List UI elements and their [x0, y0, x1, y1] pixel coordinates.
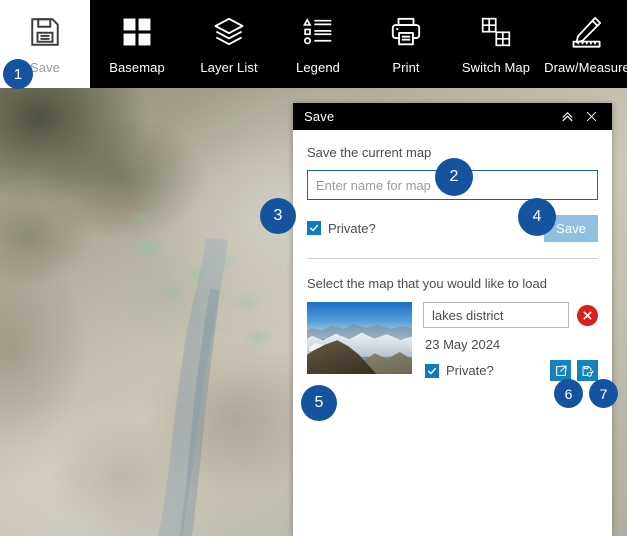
panel-header: Save	[293, 103, 612, 130]
chevron-double-up-icon[interactable]	[555, 106, 579, 128]
step-badge-5: 5	[301, 385, 337, 421]
private-label: Private?	[328, 220, 376, 236]
private-label: Private?	[446, 363, 494, 378]
saved-map-date: 23 May 2024	[425, 337, 501, 352]
step-badge-4: 4	[518, 198, 556, 236]
share-export-icon[interactable]	[550, 360, 571, 381]
toolbar-item-switch-map[interactable]: Switch Map	[450, 0, 542, 88]
map-thumbnail[interactable]	[307, 302, 412, 374]
pencil-ruler-icon	[567, 12, 607, 52]
toolbar-item-label: Print	[392, 60, 420, 75]
toolbar-item-label: Switch Map	[461, 60, 531, 75]
toolbar-item-label: Legend	[296, 60, 340, 75]
top-toolbar: Save Basemap Layer List Legend Print Swi…	[0, 0, 627, 88]
stacked-layers-icon	[209, 12, 249, 52]
legend-list-icon	[298, 12, 338, 52]
toolbar-item-label: Draw/Measure	[544, 60, 627, 75]
toolbar-item-draw-measure[interactable]: Draw/Measure	[542, 0, 627, 88]
toolbar-item-label: Layer List	[200, 60, 258, 75]
panel-divider	[307, 258, 598, 259]
saved-map-item[interactable]: 23 May 2024 Private?	[307, 302, 598, 381]
toolbar-item-legend[interactable]: Legend	[274, 0, 362, 88]
checkmark-icon	[307, 221, 321, 235]
step-badge-2: 2	[435, 158, 473, 196]
panel-title: Save	[304, 109, 335, 124]
saved-map-name-row	[423, 302, 598, 328]
step-badge-1: 1	[3, 59, 33, 89]
saved-map-name-input[interactable]	[423, 302, 569, 328]
toolbar-item-layer-list[interactable]: Layer List	[184, 0, 274, 88]
delete-circle-x-icon[interactable]	[577, 304, 598, 326]
saved-map-actions-row: Private?	[423, 360, 598, 381]
printer-icon	[386, 12, 426, 52]
grid-squares-icon	[117, 12, 157, 52]
saved-map-action-buttons	[550, 360, 598, 381]
switch-map-icon	[476, 12, 516, 52]
close-x-icon[interactable]	[579, 106, 603, 128]
toolbar-item-basemap[interactable]: Basemap	[90, 0, 184, 88]
floppy-disk-icon	[25, 12, 65, 52]
toolbar-item-label: Basemap	[109, 60, 165, 75]
step-badge-7: 7	[589, 379, 618, 408]
private-checkbox-saved-map[interactable]: Private?	[425, 363, 494, 378]
toolbar-item-print[interactable]: Print	[362, 0, 450, 88]
toolbar-item-label: Save	[29, 60, 61, 75]
private-checkbox-save[interactable]: Private?	[307, 221, 376, 236]
step-badge-6: 6	[554, 379, 583, 408]
load-section-label: Select the map that you would like to lo…	[307, 276, 547, 291]
step-badge-3: 3	[260, 198, 296, 234]
checkmark-icon	[425, 363, 439, 378]
update-map-icon[interactable]	[577, 360, 598, 381]
saved-map-details: 23 May 2024 Private?	[423, 302, 598, 381]
